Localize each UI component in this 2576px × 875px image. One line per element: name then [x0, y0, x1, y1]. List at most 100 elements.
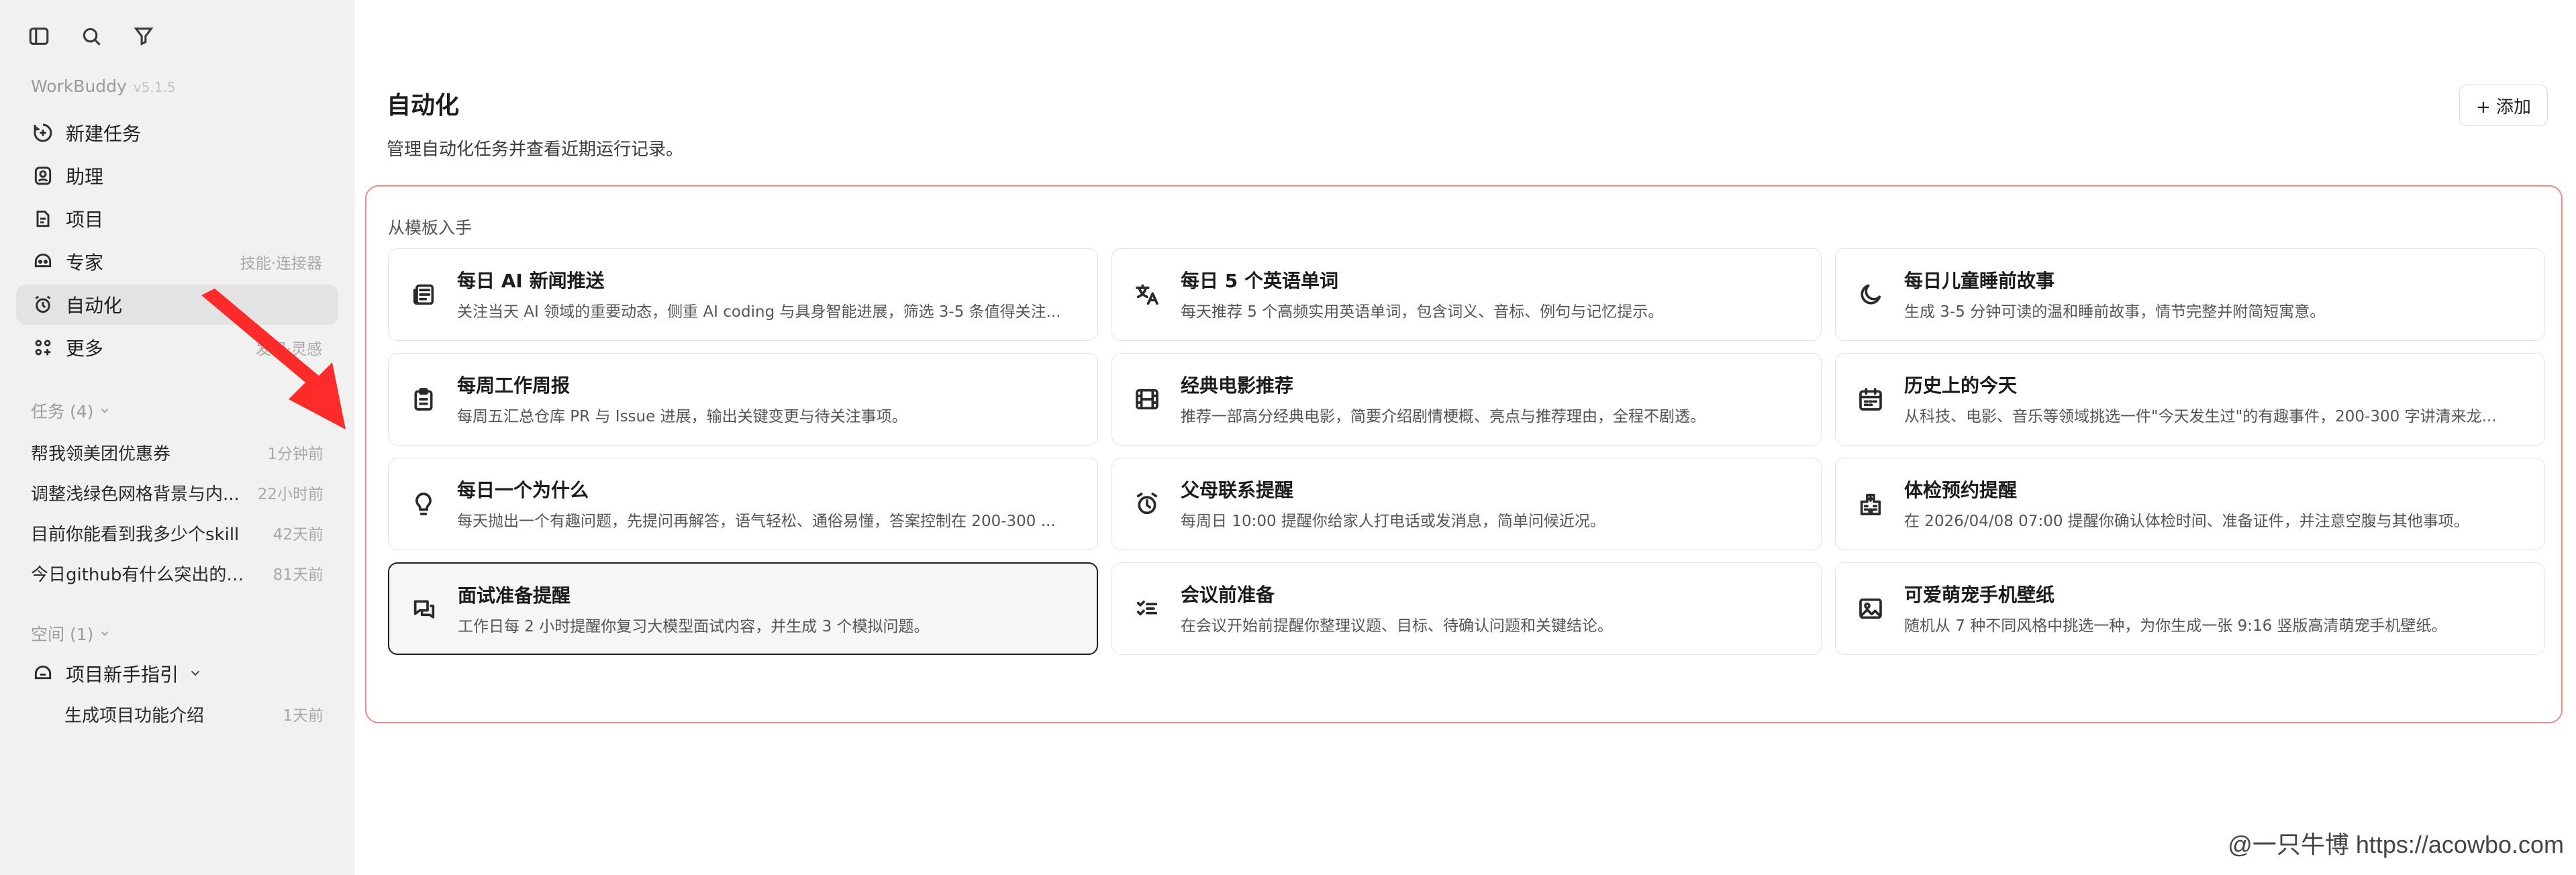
template-card[interactable]: 每日儿童睡前故事生成 3-5 分钟可读的温和睡前故事，情节完整并附简短寓意。 [1835, 248, 2545, 341]
task-label: 帮我领美团优惠券 [31, 444, 171, 464]
task-label: 今日github有什么突出的项... [31, 564, 252, 585]
watermark: @一只牛博 https://acowbo.com [2228, 831, 2564, 858]
nav-label: 助理 [66, 166, 104, 188]
task-time: 42天前 [273, 526, 324, 544]
task-list: 帮我领美团优惠券 1分钟前 调整浅绿色网格背景与内... 22小时前 目前你能看… [16, 432, 338, 593]
template-card[interactable]: 可爱萌宠手机壁纸随机从 7 种不同风格中挑选一种，为你生成一张 9:16 竖版高… [1835, 562, 2545, 655]
add-button-label: + 添加 [2475, 97, 2531, 117]
template-desc: 每周日 10:00 提醒你给家人打电话或发消息，简单问候近况。 [1181, 513, 1605, 530]
template-card[interactable]: 每日一个为什么 每天抛出一个有趣问题，先提问再解答，语气轻松、通俗易懂，答案控制在… [388, 458, 1098, 550]
nav-project[interactable]: 项目 [16, 199, 338, 239]
task-item[interactable]: 调整浅绿色网格背景与内... 22小时前 [16, 472, 338, 513]
template-desc: 在 2026/04/08 07:00 提醒你确认体检时间、准备证件，并注意空腹与… [1904, 513, 2469, 530]
sidebar-toggle-icon[interactable] [26, 23, 52, 50]
clipboard-icon [409, 384, 438, 414]
space-section-title[interactable]: 空间 (1) [31, 621, 111, 646]
nav-expert[interactable]: 专家 技能·连接器 [16, 242, 338, 282]
nav-sub-label: 技能·连接器 [240, 255, 322, 272]
task-item[interactable]: 目前你能看到我多少个skill 42天前 [16, 513, 338, 553]
template-card[interactable]: 经典电影推荐推荐一部高分经典电影，简要介绍剧情梗概、亮点与推荐理由，全程不剧透。 [1111, 353, 1822, 446]
template-card[interactable]: 父母联系提醒每周日 10:00 提醒你给家人打电话或发消息，简单问候近况。 [1111, 458, 1822, 550]
template-desc: 工作日每 2 小时提醒你复习大模型面试内容，并生成 3 个模拟问题。 [458, 618, 930, 635]
task-time: 81天前 [273, 566, 324, 584]
moon-icon [1856, 280, 1885, 309]
chevron-down-icon[interactable] [188, 666, 204, 682]
template-desc: 在会议开始前提醒你整理议题、目标、待确认问题和关键结论。 [1181, 617, 1613, 635]
lightbulb-icon [409, 489, 438, 519]
templates-section: 从模板入手 每日 AI 新闻推送关注当天 AI 领域的重要动态，侧重 AI co… [365, 185, 2563, 723]
image-icon [1856, 594, 1885, 623]
template-title: 每周工作周报 [457, 374, 571, 397]
template-desc: 生成 3-5 分钟可读的温和睡前故事，情节完整并附简短寓意。 [1904, 303, 2326, 321]
template-title: 每日 5 个英语单词 [1181, 270, 1338, 292]
film-icon [1132, 384, 1162, 414]
alarm-icon [1132, 489, 1162, 519]
template-card[interactable]: 体检预约提醒在 2026/04/08 07:00 提醒你确认体检时间、准备证件，… [1835, 458, 2545, 550]
template-desc: 每天推荐 5 个高频实用英语单词，包含词义、音标、例句与记忆提示。 [1181, 303, 1664, 321]
nav-label: 自动化 [66, 295, 123, 317]
filter-icon[interactable] [130, 23, 157, 50]
task-time: 1分钟前 [267, 446, 324, 463]
template-card[interactable]: 历史上的今天从科技、电影、音乐等领域挑选一件"今天发生过"的有趣事件，200-3… [1835, 353, 2545, 446]
template-card-selected[interactable]: 面试准备提醒工作日每 2 小时提醒你复习大模型面试内容，并生成 3 个模拟问题。 [388, 562, 1098, 655]
brand: WorkBuddy v5.1.5 [31, 76, 176, 96]
template-desc: 关注当天 AI 领域的重要动态，侧重 AI coding 与具身智能进展，筛选 … [457, 303, 1061, 321]
task-item[interactable]: 今日github有什么突出的项... 81天前 [16, 553, 338, 593]
news-icon [409, 280, 438, 309]
search-icon[interactable] [78, 23, 105, 50]
tasks-title: 任务 (4) [31, 402, 94, 421]
template-desc: 从科技、电影、音乐等领域挑选一件"今天发生过"的有趣事件，200-300 字讲清… [1904, 408, 2497, 425]
space-child-time: 1天前 [283, 707, 324, 725]
app-version: v5.1.5 [133, 79, 176, 95]
template-card[interactable]: 每周工作周报每周五汇总仓库 PR 与 Issue 进展，输出关键变更与待关注事项… [388, 353, 1098, 446]
template-title: 会议前准备 [1181, 584, 1275, 606]
space-item[interactable]: 项目新手指引 [16, 654, 338, 694]
expert-icon [31, 250, 55, 274]
template-card[interactable]: 会议前准备在会议开始前提醒你整理议题、目标、待确认问题和关键结论。 [1111, 562, 1822, 655]
task-label: 目前你能看到我多少个skill [31, 524, 240, 545]
template-title: 父母联系提醒 [1181, 479, 1294, 501]
add-button[interactable]: + 添加 [2459, 85, 2548, 126]
nav-label: 更多 [66, 338, 104, 360]
space-label: 项目新手指引 [66, 664, 179, 686]
task-item[interactable]: 帮我领美团优惠券 1分钟前 [16, 432, 338, 472]
template-desc: 随机从 7 种不同风格中挑选一种，为你生成一张 9:16 竖版高清萌宠手机壁纸。 [1904, 617, 2447, 635]
task-time: 22小时前 [257, 486, 324, 503]
template-title: 经典电影推荐 [1181, 374, 1294, 397]
project-icon [31, 662, 55, 686]
template-desc: 每天抛出一个有趣问题，先提问再解答，语气轻松、通俗易懂，答案控制在 200-30… [457, 513, 1056, 530]
nav-assistant[interactable]: 助理 [16, 156, 338, 196]
template-card[interactable]: 每日 5 个英语单词每天推荐 5 个高频实用英语单词，包含词义、音标、例句与记忆… [1111, 248, 1822, 341]
brand-name: WorkBuddy [31, 76, 127, 96]
hospital-icon [1856, 489, 1885, 519]
template-title: 体检预约提醒 [1904, 479, 2018, 501]
translate-icon [1132, 280, 1162, 309]
page-title: 自动化 [387, 92, 460, 119]
template-desc: 每周五汇总仓库 PR 与 Issue 进展，输出关键变更与待关注事项。 [457, 408, 907, 425]
sidebar-toolbar [26, 23, 157, 50]
templates-title: 从模板入手 [388, 218, 473, 238]
space-title: 空间 (1) [31, 625, 94, 644]
template-desc: 推荐一部高分经典电影，简要介绍剧情梗概、亮点与推荐理由，全程不剧透。 [1181, 408, 1705, 425]
space-child-item[interactable]: 生成项目功能介绍 1天前 [16, 694, 338, 734]
nav-new-task[interactable]: 新建任务 [16, 113, 338, 153]
template-card[interactable]: 每日 AI 新闻推送关注当天 AI 领域的重要动态，侧重 AI coding 与… [388, 248, 1098, 341]
template-title: 历史上的今天 [1904, 374, 2018, 397]
project-icon [31, 207, 55, 231]
nav-label: 专家 [66, 252, 104, 274]
template-title: 每日 AI 新闻推送 [457, 270, 605, 292]
tasks-section-title[interactable]: 任务 (4) [31, 399, 111, 423]
chevron-down-icon [99, 401, 111, 421]
alarm-clock-icon [31, 293, 55, 317]
chat-icon [409, 595, 439, 624]
plus-circle-icon [31, 121, 55, 145]
template-title: 面试准备提醒 [458, 584, 571, 607]
chevron-down-icon [99, 624, 111, 644]
template-title: 可爱萌宠手机壁纸 [1904, 584, 2055, 606]
template-title: 每日儿童睡前故事 [1904, 270, 2055, 292]
grid-plus-icon [31, 336, 55, 360]
sidebar: WorkBuddy v5.1.5 新建任务 助理 项目 专家 技能·连接器 自动… [0, 0, 354, 875]
page-description: 管理自动化任务并查看近期运行记录。 [387, 140, 684, 160]
main-content: 自动化 管理自动化任务并查看近期运行记录。 + 添加 从模板入手 每日 AI 新… [354, 0, 2576, 875]
task-label: 调整浅绿色网格背景与内... [31, 484, 240, 505]
